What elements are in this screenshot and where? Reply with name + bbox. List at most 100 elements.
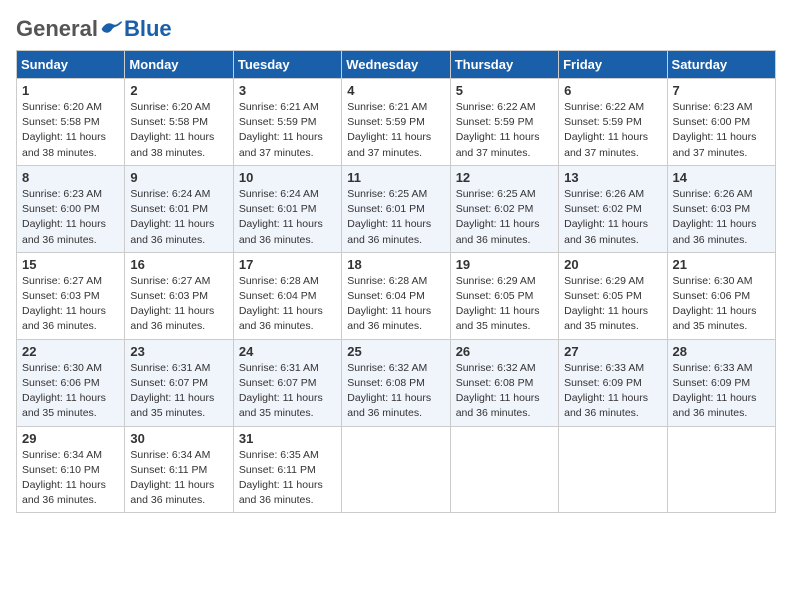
day-number: 4 — [347, 83, 444, 98]
logo-blue-text: Blue — [124, 16, 172, 42]
calendar-week-row: 15 Sunrise: 6:27 AMSunset: 6:03 PMDayligh… — [17, 252, 776, 339]
calendar-day-cell: 10Sunrise: 6:24 AMSunset: 6:01 PMDayligh… — [233, 165, 341, 252]
day-number: 18 — [347, 257, 444, 272]
calendar-day-cell: 29 Sunrise: 6:34 AMSunset: 6:10 PMDayligh… — [17, 426, 125, 513]
day-info: Sunrise: 6:33 AMSunset: 6:09 PMDaylight:… — [673, 361, 770, 422]
calendar-day-cell: 8 Sunrise: 6:23 AMSunset: 6:00 PMDaylight… — [17, 165, 125, 252]
day-number: 14 — [673, 170, 770, 185]
day-info: Sunrise: 6:33 AMSunset: 6:09 PMDaylight:… — [564, 361, 661, 422]
calendar-day-cell: 23 Sunrise: 6:31 AMSunset: 6:07 PMDayligh… — [125, 339, 233, 426]
day-info: Sunrise: 6:32 AMSunset: 6:08 PMDaylight:… — [456, 361, 553, 422]
day-number: 19 — [456, 257, 553, 272]
day-number: 8 — [22, 170, 119, 185]
day-info: Sunrise: 6:34 AMSunset: 6:10 PMDaylight:… — [22, 448, 119, 509]
calendar-day-cell: 9Sunrise: 6:24 AMSunset: 6:01 PMDaylight… — [125, 165, 233, 252]
day-number: 10 — [239, 170, 336, 185]
calendar-day-cell: 25Sunrise: 6:32 AMSunset: 6:08 PMDayligh… — [342, 339, 450, 426]
day-number: 13 — [564, 170, 661, 185]
day-number: 25 — [347, 344, 444, 359]
calendar-day-cell: 6 Sunrise: 6:22 AMSunset: 5:59 PMDaylight… — [559, 79, 667, 166]
day-info: Sunrise: 6:25 AMSunset: 6:01 PMDaylight:… — [347, 187, 444, 248]
calendar-day-cell: 22 Sunrise: 6:30 AMSunset: 6:06 PMDayligh… — [17, 339, 125, 426]
day-number: 6 — [564, 83, 661, 98]
calendar-week-row: 22 Sunrise: 6:30 AMSunset: 6:06 PMDayligh… — [17, 339, 776, 426]
day-number: 16 — [130, 257, 227, 272]
day-info: Sunrise: 6:31 AMSunset: 6:07 PMDaylight:… — [130, 361, 227, 422]
calendar-day-cell: 30Sunrise: 6:34 AMSunset: 6:11 PMDayligh… — [125, 426, 233, 513]
calendar-day-cell: 12 Sunrise: 6:25 AMSunset: 6:02 PMDayligh… — [450, 165, 558, 252]
day-info: Sunrise: 6:20 AMSunset: 5:58 PMDaylight:… — [22, 100, 119, 161]
day-info: Sunrise: 6:29 AMSunset: 6:05 PMDaylight:… — [564, 274, 661, 335]
page-header: General Blue — [16, 16, 776, 42]
calendar-day-cell: 7 Sunrise: 6:23 AMSunset: 6:00 PMDaylight… — [667, 79, 775, 166]
day-number: 17 — [239, 257, 336, 272]
calendar-day-cell — [667, 426, 775, 513]
logo-general-text: General — [16, 16, 98, 42]
day-info: Sunrise: 6:28 AMSunset: 6:04 PMDaylight:… — [239, 274, 336, 335]
day-number: 11 — [347, 170, 444, 185]
column-header-wednesday: Wednesday — [342, 51, 450, 79]
calendar-day-cell: 3Sunrise: 6:21 AMSunset: 5:59 PMDaylight… — [233, 79, 341, 166]
calendar-week-row: 29 Sunrise: 6:34 AMSunset: 6:10 PMDayligh… — [17, 426, 776, 513]
day-info: Sunrise: 6:22 AMSunset: 5:59 PMDaylight:… — [456, 100, 553, 161]
day-info: Sunrise: 6:34 AMSunset: 6:11 PMDaylight:… — [130, 448, 227, 509]
calendar-day-cell: 20 Sunrise: 6:29 AMSunset: 6:05 PMDayligh… — [559, 252, 667, 339]
calendar-day-cell — [450, 426, 558, 513]
calendar-header-row: SundayMondayTuesdayWednesdayThursdayFrid… — [17, 51, 776, 79]
day-info: Sunrise: 6:27 AMSunset: 6:03 PMDaylight:… — [22, 274, 119, 335]
day-info: Sunrise: 6:26 AMSunset: 6:02 PMDaylight:… — [564, 187, 661, 248]
day-info: Sunrise: 6:25 AMSunset: 6:02 PMDaylight:… — [456, 187, 553, 248]
calendar-day-cell: 13 Sunrise: 6:26 AMSunset: 6:02 PMDayligh… — [559, 165, 667, 252]
calendar-day-cell: 18Sunrise: 6:28 AMSunset: 6:04 PMDayligh… — [342, 252, 450, 339]
column-header-friday: Friday — [559, 51, 667, 79]
calendar-day-cell: 5 Sunrise: 6:22 AMSunset: 5:59 PMDaylight… — [450, 79, 558, 166]
calendar-day-cell — [342, 426, 450, 513]
day-info: Sunrise: 6:30 AMSunset: 6:06 PMDaylight:… — [22, 361, 119, 422]
column-header-saturday: Saturday — [667, 51, 775, 79]
day-info: Sunrise: 6:29 AMSunset: 6:05 PMDaylight:… — [456, 274, 553, 335]
column-header-monday: Monday — [125, 51, 233, 79]
day-number: 1 — [22, 83, 119, 98]
day-number: 12 — [456, 170, 553, 185]
day-number: 20 — [564, 257, 661, 272]
calendar-day-cell: 27 Sunrise: 6:33 AMSunset: 6:09 PMDayligh… — [559, 339, 667, 426]
day-number: 29 — [22, 431, 119, 446]
day-info: Sunrise: 6:23 AMSunset: 6:00 PMDaylight:… — [22, 187, 119, 248]
day-number: 15 — [22, 257, 119, 272]
calendar-day-cell: 14 Sunrise: 6:26 AMSunset: 6:03 PMDayligh… — [667, 165, 775, 252]
calendar-day-cell: 11 Sunrise: 6:25 AMSunset: 6:01 PMDayligh… — [342, 165, 450, 252]
calendar-day-cell: 17 Sunrise: 6:28 AMSunset: 6:04 PMDayligh… — [233, 252, 341, 339]
day-info: Sunrise: 6:27 AMSunset: 6:03 PMDaylight:… — [130, 274, 227, 335]
day-info: Sunrise: 6:26 AMSunset: 6:03 PMDaylight:… — [673, 187, 770, 248]
calendar-day-cell: 24 Sunrise: 6:31 AMSunset: 6:07 PMDayligh… — [233, 339, 341, 426]
day-number: 5 — [456, 83, 553, 98]
calendar-day-cell: 26 Sunrise: 6:32 AMSunset: 6:08 PMDayligh… — [450, 339, 558, 426]
logo: General Blue — [16, 16, 172, 42]
calendar-day-cell — [559, 426, 667, 513]
day-number: 24 — [239, 344, 336, 359]
day-number: 21 — [673, 257, 770, 272]
calendar-day-cell: 4Sunrise: 6:21 AMSunset: 5:59 PMDaylight… — [342, 79, 450, 166]
calendar-day-cell: 16 Sunrise: 6:27 AMSunset: 6:03 PMDayligh… — [125, 252, 233, 339]
calendar-day-cell: 31Sunrise: 6:35 AMSunset: 6:11 PMDayligh… — [233, 426, 341, 513]
day-number: 7 — [673, 83, 770, 98]
day-number: 28 — [673, 344, 770, 359]
calendar-day-cell: 1 Sunrise: 6:20 AMSunset: 5:58 PMDaylight… — [17, 79, 125, 166]
day-number: 22 — [22, 344, 119, 359]
calendar-day-cell: 19 Sunrise: 6:29 AMSunset: 6:05 PMDayligh… — [450, 252, 558, 339]
calendar-day-cell: 21Sunrise: 6:30 AMSunset: 6:06 PMDayligh… — [667, 252, 775, 339]
day-info: Sunrise: 6:23 AMSunset: 6:00 PMDaylight:… — [673, 100, 770, 161]
day-number: 26 — [456, 344, 553, 359]
day-number: 2 — [130, 83, 227, 98]
calendar-day-cell: 28 Sunrise: 6:33 AMSunset: 6:09 PMDayligh… — [667, 339, 775, 426]
calendar-day-cell: 15 Sunrise: 6:27 AMSunset: 6:03 PMDayligh… — [17, 252, 125, 339]
logo-bird-icon — [100, 19, 124, 39]
column-header-tuesday: Tuesday — [233, 51, 341, 79]
day-info: Sunrise: 6:31 AMSunset: 6:07 PMDaylight:… — [239, 361, 336, 422]
calendar-day-cell: 2Sunrise: 6:20 AMSunset: 5:58 PMDaylight… — [125, 79, 233, 166]
column-header-sunday: Sunday — [17, 51, 125, 79]
day-number: 27 — [564, 344, 661, 359]
calendar-week-row: 1 Sunrise: 6:20 AMSunset: 5:58 PMDaylight… — [17, 79, 776, 166]
day-number: 23 — [130, 344, 227, 359]
day-info: Sunrise: 6:22 AMSunset: 5:59 PMDaylight:… — [564, 100, 661, 161]
